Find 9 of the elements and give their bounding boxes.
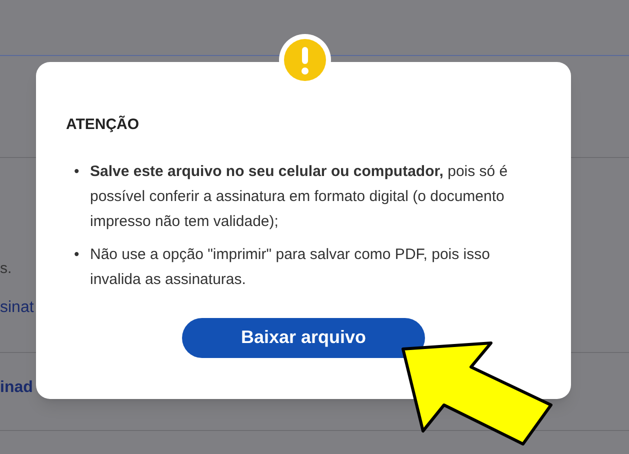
notice-item: Não use a opção "imprimir" para salvar como PDF, pois isso invalida as assinaturas. — [90, 244, 491, 290]
notice-item: Salve este arquivo no seu celular ou computador, pois só é possível conferir a assinatura em formato digital (o documento impresso não tem validade); — [90, 162, 509, 232]
dialog-title: ATENÇÃO — [66, 114, 140, 135]
bullet: • — [74, 162, 80, 182]
bullet: • — [74, 244, 80, 264]
download-button[interactable]: Baixar arquivo — [182, 318, 425, 358]
link-text[interactable]: inad — [0, 376, 33, 400]
background-text: s. — [0, 259, 12, 279]
link-text[interactable]: sinat — [0, 296, 34, 320]
